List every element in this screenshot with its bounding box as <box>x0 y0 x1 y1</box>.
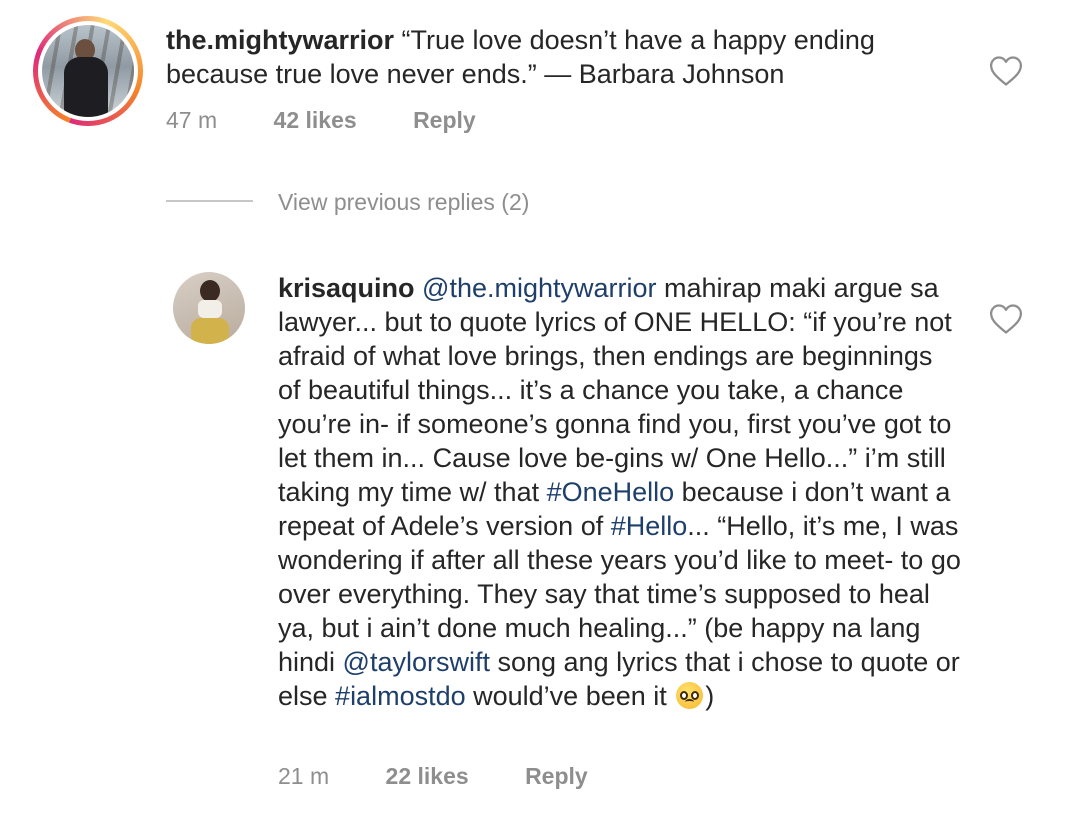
comment-meta: 47 m 42 likes Reply <box>166 107 476 134</box>
reply-body-part1: mahirap maki argue sa lawyer... but to q… <box>278 273 952 507</box>
comment-body-line1: “True love doesn’t have a happy ending <box>394 25 875 55</box>
hashtag-link[interactable]: #ialmostdo <box>335 681 466 711</box>
hashtag-link[interactable]: #OneHello <box>547 477 675 507</box>
reply-button[interactable]: Reply <box>413 107 476 133</box>
heart-outline-icon[interactable] <box>989 303 1023 335</box>
comment-time: 21 m <box>278 763 330 789</box>
comment-time: 47 m <box>166 107 218 133</box>
replies-divider-line <box>166 200 253 202</box>
reply-comment-text: krisaquino @the.mightywarrior mahirap ma… <box>278 271 962 713</box>
hashtag-link[interactable]: #Hello <box>611 511 688 541</box>
avatar-photo <box>173 272 245 344</box>
avatar-krisaquino[interactable] <box>173 272 245 344</box>
comment-text: the.mightywarrior “True love doesn’t hav… <box>166 23 956 91</box>
reply-button[interactable]: Reply <box>525 763 588 789</box>
reply-username[interactable]: krisaquino <box>278 273 415 303</box>
comment-username[interactable]: the.mightywarrior <box>166 25 394 55</box>
comment-body-line2: because true love never ends.” — Barbara… <box>166 59 785 89</box>
reply-meta: 21 m 22 likes Reply <box>278 763 588 790</box>
view-previous-replies-button[interactable]: View previous replies (2) <box>278 189 529 216</box>
likes-count-button[interactable]: 42 likes <box>274 107 357 133</box>
heart-outline-icon[interactable] <box>989 55 1023 87</box>
avatar-the-mightywarrior[interactable] <box>33 16 143 126</box>
avatar-photo <box>42 25 134 117</box>
reply-body-part6: ) <box>705 681 715 711</box>
pleading-face-emoji-icon <box>676 682 704 709</box>
likes-count-button[interactable]: 22 likes <box>386 763 469 789</box>
mention-link[interactable]: @taylorswift <box>343 647 490 677</box>
reply-body-part5: would’ve been it <box>465 681 675 711</box>
mention-link[interactable]: @the.mightywarrior <box>422 273 656 303</box>
